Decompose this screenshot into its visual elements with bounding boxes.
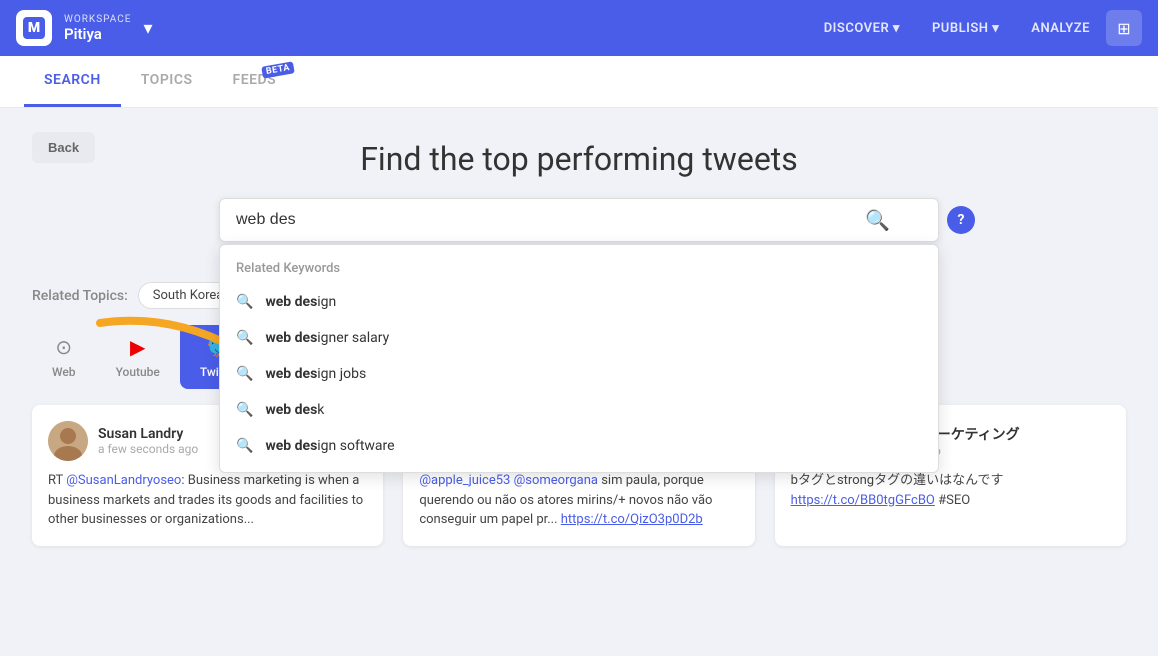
dropdown-item-2[interactable]: 🔍 web designer salary [220,320,938,356]
nav-analyze[interactable]: ANALYZE [1031,21,1090,36]
search-small-icon: 🔍 [236,294,253,310]
header-extra-btn[interactable]: ⊞ [1106,10,1142,46]
header-nav: DISCOVER ▾ PUBLISH ▾ ANALYZE [824,21,1090,36]
nav-publish[interactable]: PUBLISH ▾ [932,21,999,36]
sub-nav: SEARCH TOPICS FEEDS BETA [0,56,1158,108]
related-topics-label: Related Topics: [32,288,128,304]
dropdown-header: Related Keywords [220,253,938,284]
keyword-2: web designer salary [265,330,389,346]
web-icon: ⊙ [55,335,72,359]
search-icon: 🔍 [865,210,890,232]
workspace-dropdown-btn[interactable]: ▾ [139,14,156,43]
search-small-icon-2: 🔍 [236,330,253,346]
card-text-2: @apple_juice53 @someorgana sim paula, po… [419,471,738,530]
keyword-5: web design software [265,438,394,454]
help-icon[interactable]: ? [947,206,975,234]
keyword-3: web design jobs [265,366,366,382]
header: M WORKSPACE Pitiya ▾ DISCOVER ▾ PUBLISH … [0,0,1158,56]
card-text-1: RT @SusanLandryoseo: Business marketing … [48,471,367,530]
search-input[interactable] [220,199,938,241]
back-button[interactable]: Back [32,132,95,163]
search-small-icon-5: 🔍 [236,438,253,454]
keyword-4: web desk [265,402,324,418]
source-tab-web[interactable]: ⊙ Web [32,325,96,389]
avatar-1 [48,421,88,461]
tab-feeds[interactable]: FEEDS BETA [213,56,297,107]
search-small-icon-3: 🔍 [236,366,253,382]
search-submit-button[interactable]: 🔍 [857,200,898,241]
card-text-3: bタグとstrongタグの違いはなんです https://t.co/BB0tgG… [791,471,1110,510]
search-bar-wrapper: 🔍 [219,198,939,242]
main-content: Back Find the top performing tweets 🔍 ? [0,108,1158,266]
keyword-1: web design [265,294,336,310]
nav-discover[interactable]: DISCOVER ▾ [824,21,900,36]
workspace-info: WORKSPACE Pitiya [64,14,131,43]
dropdown-item-5[interactable]: 🔍 web design software [220,428,938,464]
tab-topics[interactable]: TOPICS [121,56,213,107]
workspace-label: WORKSPACE [64,14,131,25]
logo-icon: M [23,17,45,39]
web-label: Web [52,365,76,379]
search-dropdown: Related Keywords 🔍 web design 🔍 web desi… [219,244,939,473]
search-title: Find the top performing tweets [360,140,798,178]
workspace-name: Pitiya [64,25,131,43]
dropdown-item-1[interactable]: 🔍 web design [220,284,938,320]
dropdown-item-4[interactable]: 🔍 web desk [220,392,938,428]
beta-badge: BETA [261,61,295,78]
grid-icon: ⊞ [1117,19,1130,38]
tab-search[interactable]: SEARCH [24,56,121,107]
search-small-icon-4: 🔍 [236,402,253,418]
app-logo: M [16,10,52,46]
search-area: Find the top performing tweets 🔍 ? Relat… [32,132,1126,242]
dropdown-item-3[interactable]: 🔍 web design jobs [220,356,938,392]
search-bar-container: 🔍 ? Related Keywords 🔍 web design 🔍 web … [219,198,939,242]
